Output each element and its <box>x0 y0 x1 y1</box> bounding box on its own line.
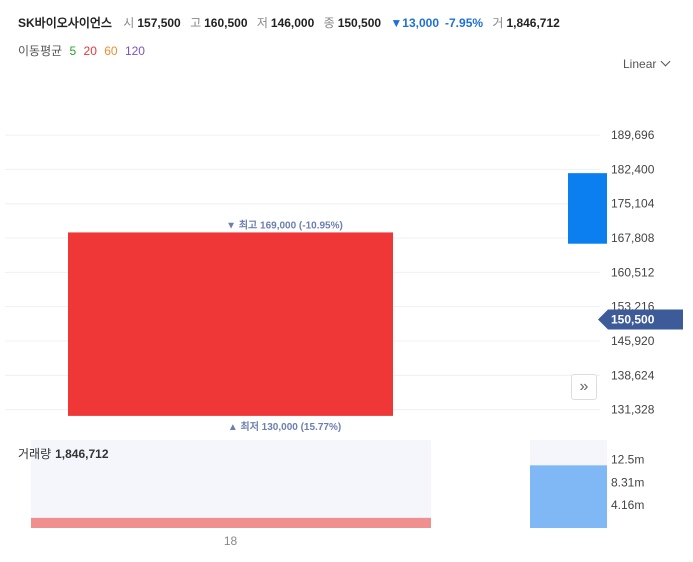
current-price-marker: 150,500 <box>598 309 683 330</box>
volume-bar[interactable] <box>31 517 431 528</box>
volume-panel-label: 거래량 <box>18 447 52 461</box>
volume-profile-bar <box>530 465 607 528</box>
current-price-label: 150,500 <box>611 312 655 326</box>
price-tick-label: 138,624 <box>611 368 655 382</box>
volume-panel-title: 거래량 1,846,712 <box>18 445 109 462</box>
volume-tick-label: 8.31m <box>611 475 644 489</box>
volume-axis-ticks: 12.5m 8.31m 4.16m <box>611 452 644 512</box>
price-chart[interactable]: ▼ 최고 169,000 (-10.95%) ▲ 최저 130,000 (15.… <box>0 0 693 562</box>
price-tick-label: 182,400 <box>611 162 655 176</box>
price-tick-label: 175,104 <box>611 197 655 211</box>
price-tick-label: 167,808 <box>611 231 655 245</box>
double-chevron-right-icon: » <box>579 378 589 395</box>
high-annotation: ▼ 최고 169,000 (-10.95%) <box>226 218 343 231</box>
price-volume-profile-bar <box>568 173 607 244</box>
price-axis-ticks: 189,696182,400175,104167,808160,512153,2… <box>611 128 655 417</box>
volume-profile-background <box>530 440 607 466</box>
low-annotation: ▲ 최저 130,000 (15.77%) <box>228 420 341 433</box>
expand-chart-button[interactable]: » <box>571 374 597 400</box>
price-tick-label: 131,328 <box>611 403 655 417</box>
volume-tick-label: 4.16m <box>611 498 644 512</box>
volume-panel-value: 1,846,712 <box>55 447 109 461</box>
price-tick-label: 160,512 <box>611 265 655 279</box>
volume-tick-label: 12.5m <box>611 452 644 466</box>
price-tick-label: 189,696 <box>611 128 655 142</box>
candle-body[interactable] <box>68 232 393 416</box>
price-tick-label: 145,920 <box>611 334 655 348</box>
x-tick-label: 18 <box>224 534 238 548</box>
